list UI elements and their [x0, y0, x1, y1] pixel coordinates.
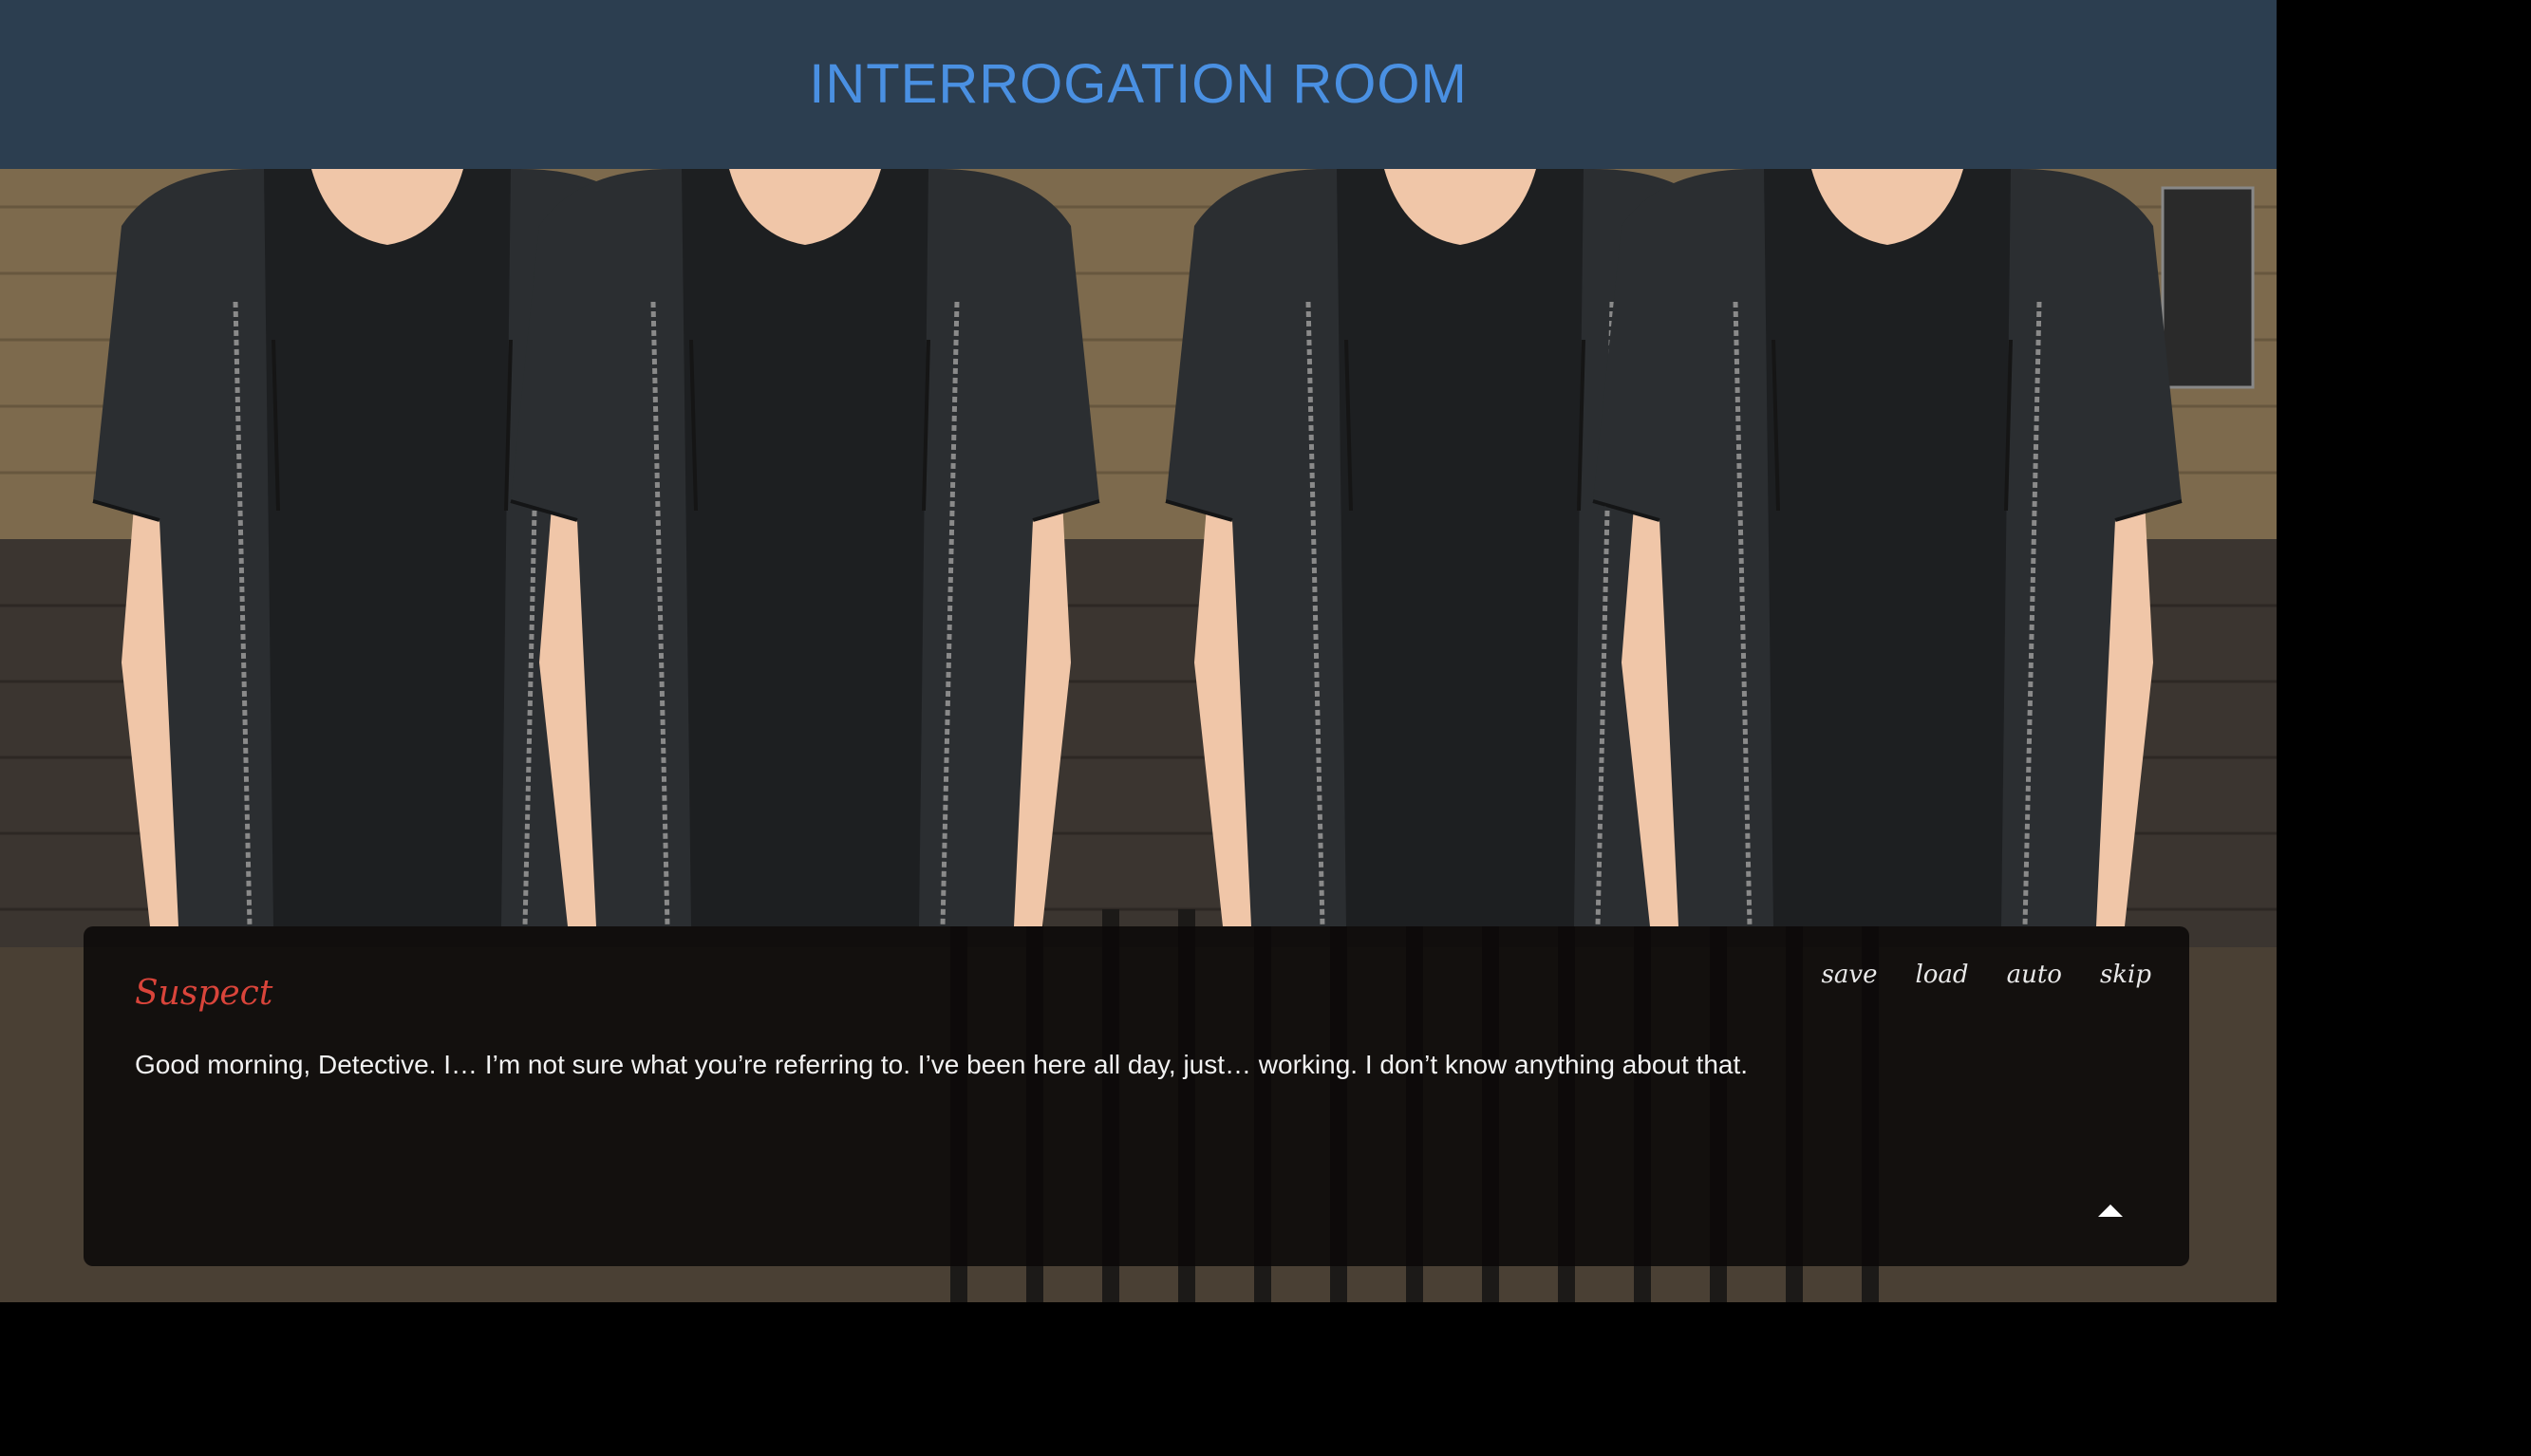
game-screen: INTERROGATION ROOM Suspect save load aut… [0, 0, 2277, 1302]
dialog-text: Good morning, Detective. I… I’m not sure… [135, 1050, 1749, 1079]
load-button[interactable]: load [1915, 961, 1968, 989]
auto-button[interactable]: auto [2007, 961, 2062, 989]
quick-menu: save load auto skip [1822, 961, 2151, 989]
location-title: INTERROGATION ROOM [809, 52, 1468, 115]
skip-button[interactable]: skip [2100, 961, 2151, 989]
save-button[interactable]: save [1822, 961, 1878, 989]
suspect-character-sprite [84, 169, 2186, 926]
triangle-up-icon[interactable] [2098, 1204, 2123, 1217]
location-header: INTERROGATION ROOM [0, 0, 2277, 169]
speaker-name: Suspect [135, 974, 273, 1013]
dialog-box[interactable]: Suspect save load auto skip Good morning… [84, 926, 2189, 1266]
